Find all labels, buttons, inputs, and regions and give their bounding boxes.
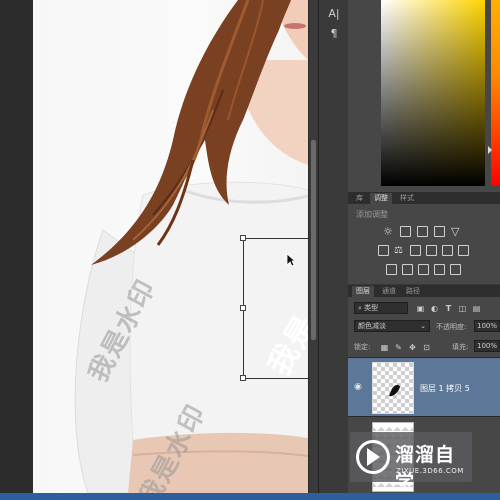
tab-library[interactable]: 库 [352, 193, 367, 204]
blend-mode-select[interactable]: 颜色减淡 ⌄ [354, 320, 430, 332]
hue-slider-marker[interactable] [488, 146, 492, 154]
tab-paths[interactable]: 路径 [402, 286, 424, 297]
layer-row-selected[interactable]: ◉ 图层 1 拷贝 5 [348, 357, 500, 417]
layer-thumbnail [372, 362, 414, 414]
tab-adjustments[interactable]: 调整 [370, 193, 392, 204]
lock-all-icon[interactable]: ⊡ [422, 343, 431, 352]
tab-channels[interactable]: 通道 [378, 286, 400, 297]
selective-color-icon[interactable] [450, 264, 461, 275]
play-icon [367, 448, 380, 466]
paragraph-panel-icon[interactable]: ¶ [326, 26, 342, 42]
layer-filter-kind: 类型 [364, 304, 379, 312]
right-panel-column: 库 调整 样式 添加调整 ☼ ▽ ⚖ 图层 通道 路径 ⌕ 类型 ▣ ◐ T ◫… [348, 0, 500, 493]
color-picker-field[interactable] [381, 0, 485, 186]
lock-label: 锁定: [354, 343, 371, 351]
transform-handle[interactable] [240, 305, 246, 311]
photo-filter-icon[interactable] [426, 245, 437, 256]
black-white-icon[interactable] [410, 245, 421, 256]
layer-name[interactable]: 图层 1 拷贝 5 [420, 383, 470, 394]
threshold-icon[interactable] [418, 264, 429, 275]
tab-layers[interactable]: 图层 [352, 286, 374, 297]
invert-icon[interactable] [386, 264, 397, 275]
hue-slider[interactable] [491, 0, 500, 186]
document-workspace: 我是水印 我是水印 我是 [0, 0, 318, 500]
layer-filter-select[interactable]: ⌕ 类型 [354, 302, 408, 314]
color-balance-icon[interactable]: ⚖ [394, 245, 405, 256]
tab-styles[interactable]: 样式 [396, 193, 418, 204]
adjustment-filter-icon[interactable]: ◐ [430, 304, 439, 313]
posterize-icon[interactable] [402, 264, 413, 275]
chevron-down-icon: ⌄ [420, 322, 426, 330]
panel-tool-strip: A| ¶ [318, 0, 348, 493]
opacity-label: 不透明度: [436, 323, 467, 331]
color-lookup-icon[interactable] [458, 245, 469, 256]
shape-filter-icon[interactable]: ◫ [458, 304, 467, 313]
vertical-scrollbar[interactable] [309, 0, 318, 493]
opacity-input[interactable]: 100% [474, 320, 500, 332]
type-filter-icon[interactable]: T [444, 304, 453, 313]
transform-handle[interactable] [240, 235, 246, 241]
eye-icon[interactable]: ◉ [354, 382, 366, 392]
lock-position-icon[interactable]: ✥ [408, 343, 417, 352]
curves-icon[interactable] [417, 226, 428, 237]
transform-selection-box[interactable] [240, 235, 308, 381]
exposure-icon[interactable] [434, 226, 445, 237]
adjustments-tab-bar: 库 调整 样式 [348, 192, 500, 204]
pixel-filter-icon[interactable]: ▣ [416, 304, 425, 313]
lock-transparent-icon[interactable]: ▦ [380, 343, 389, 352]
character-panel-icon[interactable]: A| [326, 6, 342, 22]
levels-icon[interactable] [400, 226, 411, 237]
layer-thumbnail-mark [389, 384, 400, 397]
image-canvas[interactable]: 我是水印 我是水印 我是 [33, 0, 308, 493]
color-panel [348, 0, 500, 192]
site-logo-overlay: 溜溜自学 ZIXUE.3D66.COM [350, 432, 472, 493]
transform-handle[interactable] [240, 375, 246, 381]
fill-input[interactable]: 100% [474, 340, 500, 352]
gradient-map-icon[interactable] [434, 264, 445, 275]
hue-saturation-icon[interactable] [378, 245, 389, 256]
vibrance-icon[interactable]: ▽ [451, 226, 462, 237]
adjustments-panel: 添加调整 ☼ ▽ ⚖ [348, 204, 500, 284]
smart-object-filter-icon[interactable]: ▤ [472, 304, 481, 313]
add-adjustment-label: 添加调整 [356, 210, 388, 219]
blend-mode-value: 颜色减淡 [358, 322, 386, 330]
layers-tab-bar: 图层 通道 路径 [348, 285, 500, 297]
brightness-icon[interactable]: ☼ [383, 226, 394, 237]
fill-label: 填充: [452, 343, 469, 351]
mouse-cursor-icon [286, 253, 296, 267]
taskbar-strip [0, 493, 500, 500]
scrollbar-thumb[interactable] [311, 140, 316, 340]
channel-mixer-icon[interactable] [442, 245, 453, 256]
logo-url: ZIXUE.3D66.COM [396, 467, 464, 475]
lock-pixels-icon[interactable]: ✎ [394, 343, 403, 352]
